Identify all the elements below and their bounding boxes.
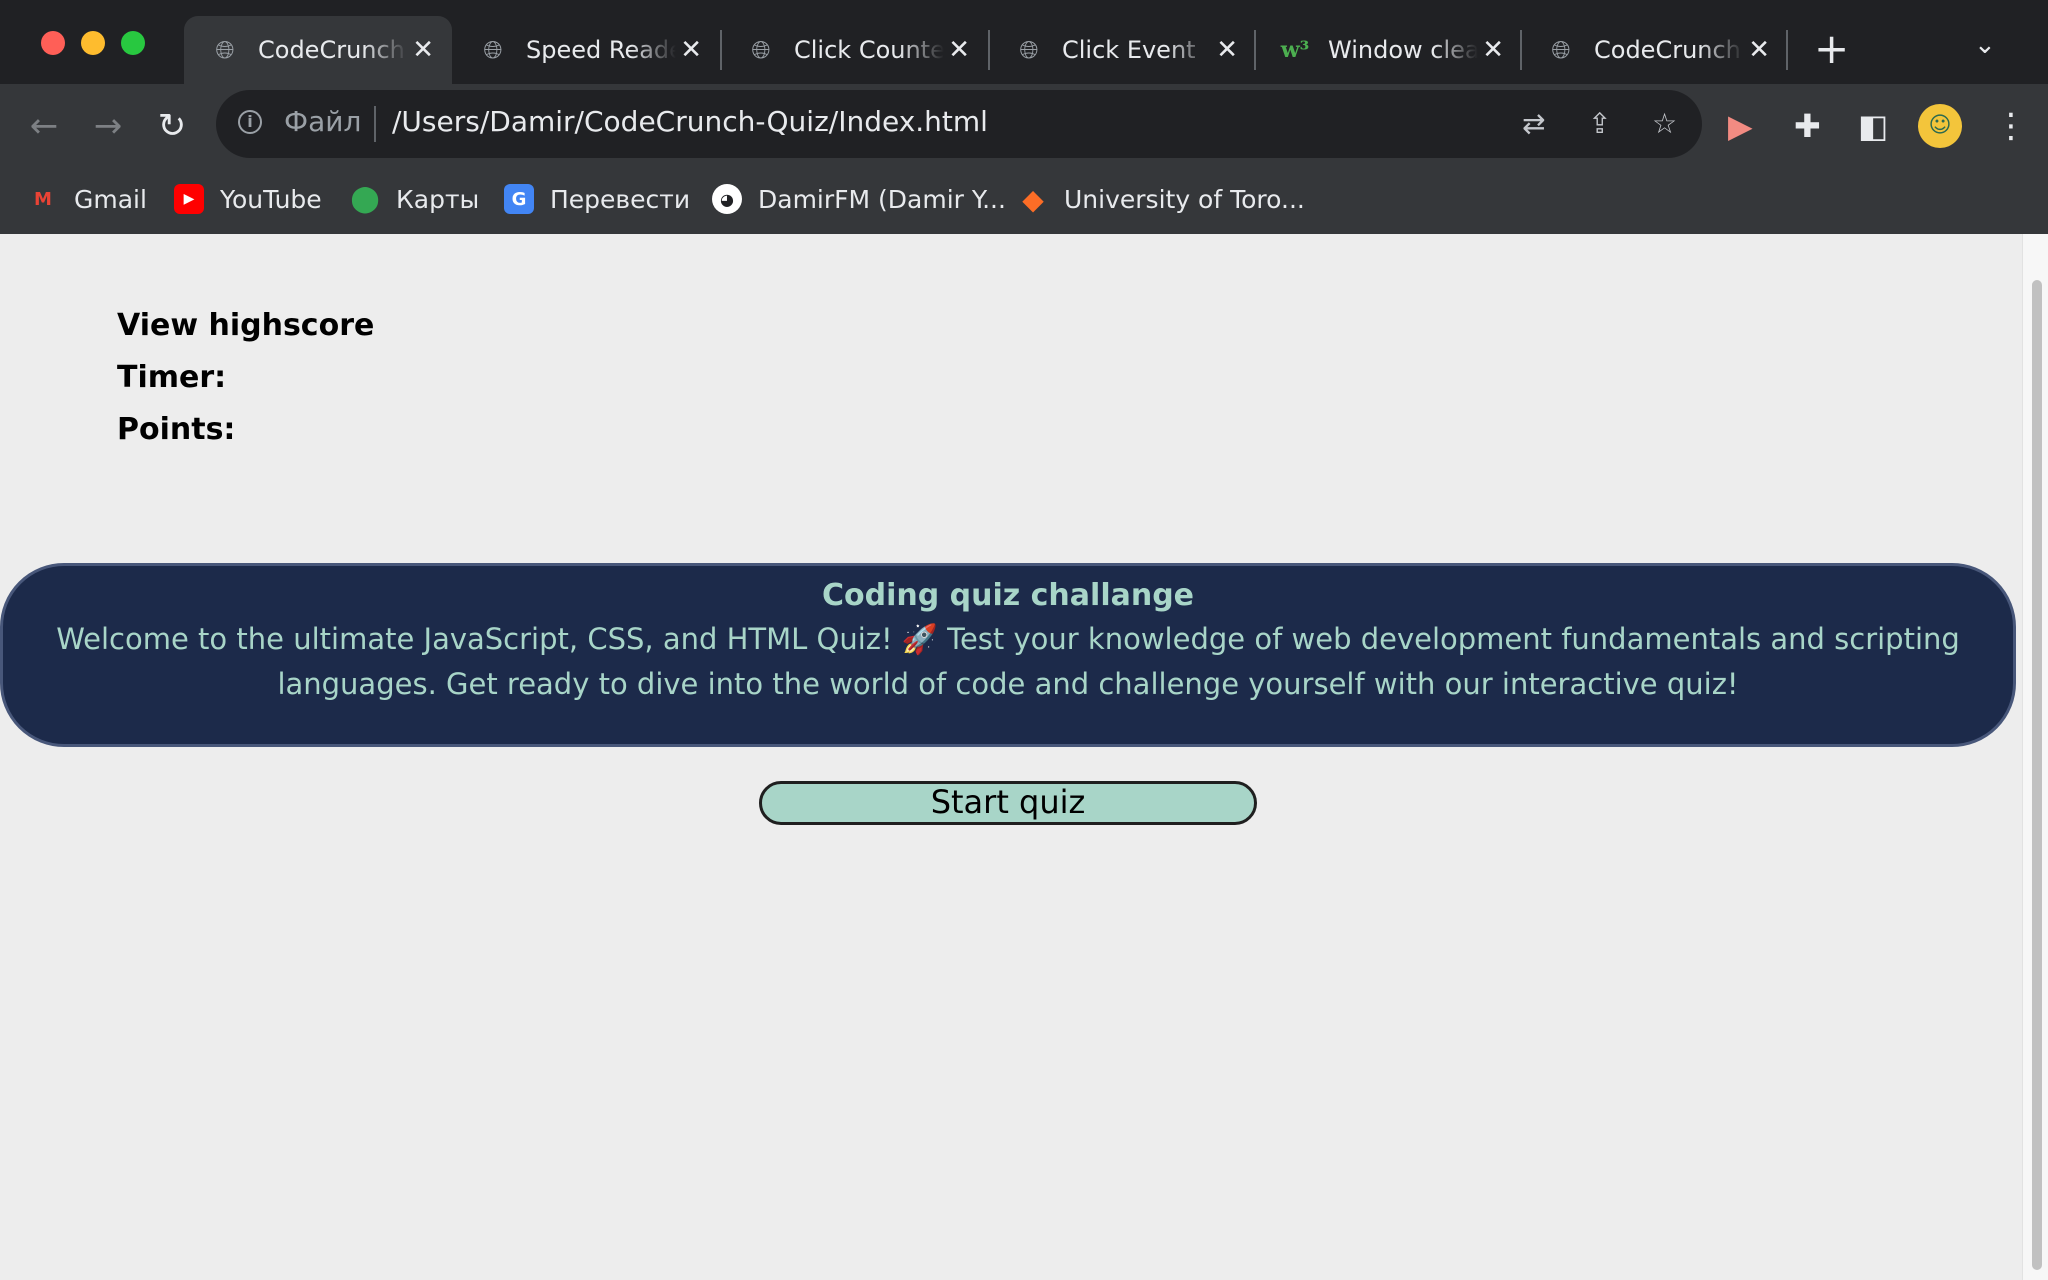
- tab-title: CodeCrunch Quiz: [258, 36, 408, 64]
- page-scrollbar[interactable]: [2022, 234, 2048, 1280]
- gitlab-icon: ◆: [1022, 182, 1044, 216]
- maps-pin-icon: ⬤: [350, 184, 380, 214]
- extensions-puzzle-icon[interactable]: ✚: [1794, 104, 1821, 148]
- banner-title: Coding quiz challange: [821, 578, 1195, 613]
- tab-window-clearinterval[interactable]: w³ Window clearInterval ✕: [1254, 16, 1522, 84]
- tab-click-event[interactable]: 🌐︎ Click Event ✕: [988, 16, 1256, 84]
- github-icon: ◕: [712, 184, 742, 214]
- globe-icon: 🌐︎: [1019, 36, 1039, 64]
- tab-strip: 🌐︎ CodeCrunch Quiz ✕ 🌐︎ Speed Reader ✕ 🌐…: [0, 0, 2048, 84]
- tab-title: Click Counter: [794, 36, 944, 64]
- share-icon[interactable]: ⇪: [1588, 107, 1611, 140]
- reload-icon[interactable]: ↻: [150, 104, 194, 148]
- tab-close-icon[interactable]: ✕: [1482, 35, 1504, 65]
- bookmark-label: University of Toro...: [1064, 184, 1305, 214]
- bookmark-label: DamirFM (Damir Y...: [758, 184, 1006, 214]
- globe-icon: 🌐︎: [215, 36, 235, 64]
- forward-arrow-icon[interactable]: →: [86, 104, 130, 148]
- tab-separator: [1786, 30, 1788, 70]
- globe-icon: 🌐︎: [483, 36, 503, 64]
- bookmark-maps[interactable]: ⬤ Карты: [350, 181, 479, 217]
- tab-codecrunch-quiz[interactable]: 🌐︎ CodeCrunch Quiz ✕: [184, 16, 452, 84]
- youtube-icon: ▶: [174, 184, 204, 214]
- maximize-window-button[interactable]: [121, 31, 145, 55]
- bookmark-gitlab[interactable]: ◆ University of Toro...: [1018, 181, 1305, 217]
- bookmark-label: Gmail: [74, 184, 147, 214]
- back-arrow-icon[interactable]: ←: [22, 104, 66, 148]
- tab-title: Window clearInterval: [1328, 36, 1478, 64]
- address-separator: [374, 106, 376, 142]
- tab-close-icon[interactable]: ✕: [680, 35, 702, 65]
- tab-search-chevron-icon[interactable]: ⌄: [1974, 30, 1996, 60]
- bookmark-label: Перевести: [550, 184, 691, 214]
- quiz-intro-banner: Coding quiz challange Welcome to the ult…: [0, 563, 2016, 747]
- page-content: View highscore Timer: Points: Coding qui…: [0, 234, 2022, 1280]
- bookmark-youtube[interactable]: ▶ YouTube: [174, 181, 322, 217]
- timer-label: Timer:: [117, 360, 227, 395]
- tab-click-counter[interactable]: 🌐︎ Click Counter ✕: [720, 16, 988, 84]
- scheme-label: Файл: [284, 105, 362, 138]
- new-tab-button[interactable]: +: [1814, 24, 1849, 74]
- tab-title: Click Event: [1062, 36, 1196, 64]
- bookmark-label: Карты: [396, 184, 480, 214]
- minimize-window-button[interactable]: [81, 31, 105, 55]
- info-icon[interactable]: i: [238, 110, 262, 134]
- bookmark-gmail[interactable]: M Gmail: [28, 181, 147, 217]
- w3schools-icon: w³: [1280, 37, 1310, 63]
- bookmarks-bar: M Gmail ▶ YouTube ⬤ Карты G Перевести ◕ …: [0, 168, 2048, 234]
- bookmark-label: YouTube: [220, 184, 322, 214]
- side-panel-icon[interactable]: ◧: [1858, 104, 1888, 148]
- scrollbar-thumb[interactable]: [2032, 280, 2042, 1270]
- start-quiz-button[interactable]: Start quiz: [759, 781, 1257, 825]
- gmail-icon: M: [34, 188, 52, 210]
- bookmark-translate[interactable]: G Перевести: [504, 181, 690, 217]
- points-label: Points:: [117, 412, 236, 447]
- tab-close-icon[interactable]: ✕: [1216, 35, 1238, 65]
- browser-chrome: 🌐︎ CodeCrunch Quiz ✕ 🌐︎ Speed Reader ✕ 🌐…: [0, 0, 2048, 234]
- screen-recorder-extension-icon[interactable]: ▶: [1728, 104, 1753, 148]
- tab-codecrunch-quiz-2[interactable]: 🌐︎ CodeCrunch Quiz ✕: [1520, 16, 1788, 84]
- view-highscore-link[interactable]: View highscore: [117, 308, 374, 343]
- url-text[interactable]: /Users/Damir/CodeCrunch-Quiz/Index.html: [392, 105, 988, 138]
- close-window-button[interactable]: [41, 31, 65, 55]
- tab-close-icon[interactable]: ✕: [412, 35, 434, 65]
- tab-close-icon[interactable]: ✕: [1748, 35, 1770, 65]
- more-menu-icon[interactable]: ⋮: [1994, 104, 2028, 148]
- tab-title: CodeCrunch Quiz: [1594, 36, 1744, 64]
- globe-icon: 🌐︎: [1551, 36, 1571, 64]
- address-bar[interactable]: i Файл /Users/Damir/CodeCrunch-Quiz/Inde…: [216, 90, 1702, 158]
- google-translate-icon: G: [504, 184, 534, 214]
- tab-close-icon[interactable]: ✕: [948, 35, 970, 65]
- bookmark-github[interactable]: ◕ DamirFM (Damir Y...: [712, 181, 1006, 217]
- tab-speed-reader[interactable]: 🌐︎ Speed Reader ✕: [452, 16, 720, 84]
- profile-avatar[interactable]: ☺: [1918, 104, 1962, 148]
- globe-icon: 🌐︎: [751, 36, 771, 64]
- translate-icon[interactable]: ⇄: [1522, 107, 1545, 140]
- bookmark-star-icon[interactable]: ☆: [1652, 107, 1677, 140]
- banner-text: Welcome to the ultimate JavaScript, CSS,…: [56, 622, 1960, 701]
- tab-title: Speed Reader: [526, 36, 676, 64]
- toolbar: ← → ↻ i Файл /Users/Damir/CodeCrunch-Qui…: [0, 84, 2048, 168]
